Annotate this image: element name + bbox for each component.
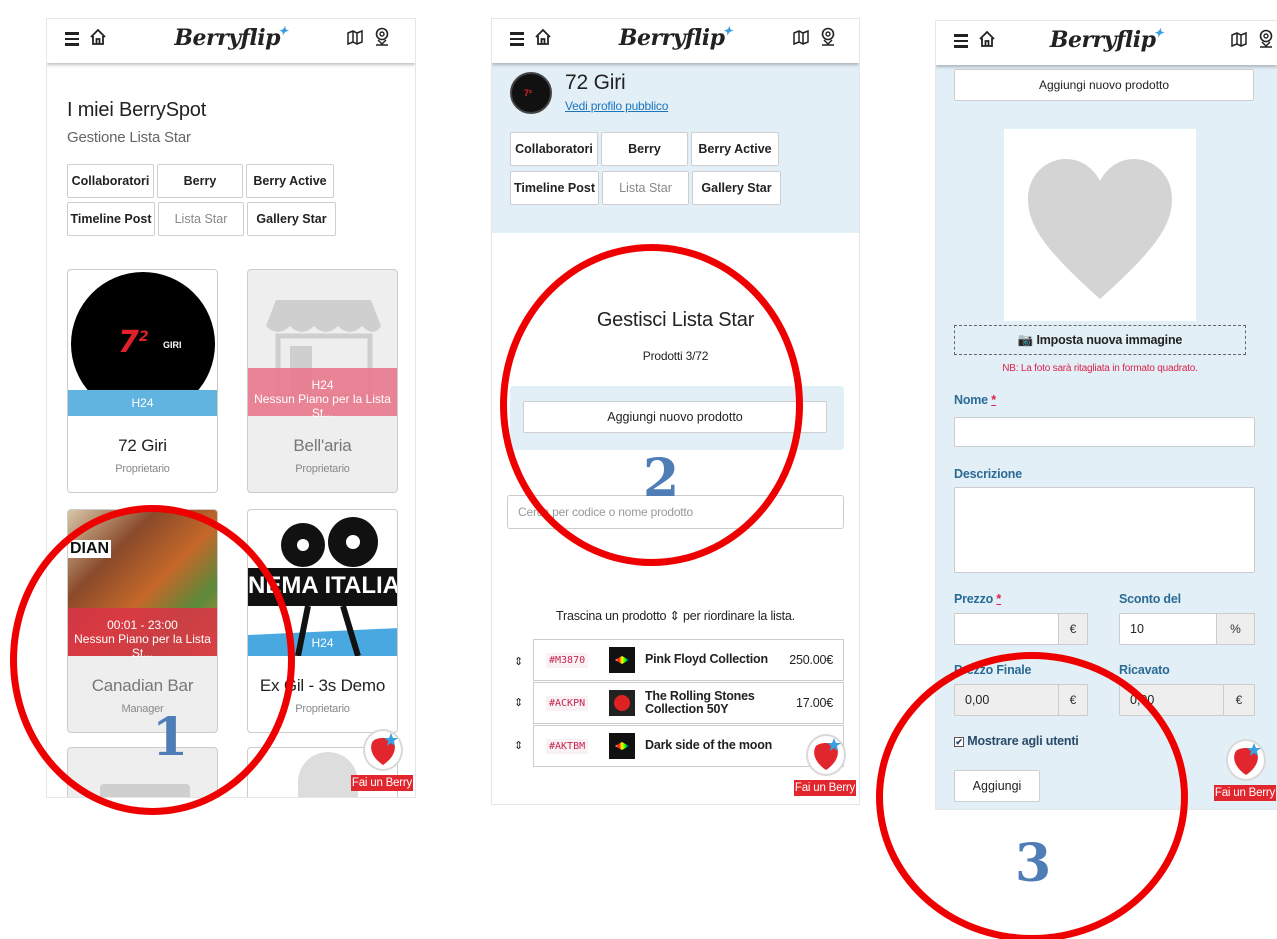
product-title: Dark side of the moon — [645, 738, 773, 752]
page-subtitle: Gestione Lista Star — [67, 129, 191, 146]
product-thumbnail — [609, 690, 635, 716]
currency-addon: € — [1058, 613, 1088, 645]
fai-un-berry-button[interactable]: Fai un Berry — [1214, 739, 1276, 801]
add-product-button[interactable]: Aggiungi nuovo prodotto — [954, 69, 1254, 101]
product-code: #M3870 — [546, 653, 589, 668]
hours-badge: H24 — [68, 390, 217, 416]
location-pin-icon[interactable] — [374, 27, 390, 47]
top-bar: Berryflip✦ — [936, 21, 1277, 65]
description-field[interactable] — [954, 487, 1255, 573]
spot-name: 72 Giri — [118, 436, 167, 455]
price-label: Prezzo * — [954, 592, 1002, 606]
fab-label: Fai un Berry — [794, 780, 856, 796]
tab-gallery-star[interactable]: Gallery Star — [247, 202, 336, 236]
discount-label: Sconto del — [1119, 592, 1181, 606]
product-row[interactable]: #M3870 Pink Floyd Collection 250.00€ — [533, 639, 844, 681]
page-title: I miei BerrySpot — [67, 99, 207, 121]
location-pin-icon[interactable] — [820, 27, 836, 47]
product-image-preview — [1004, 129, 1196, 321]
annotation-circle-1 — [10, 505, 295, 815]
earnings-label: Ricavato — [1119, 663, 1170, 677]
product-row[interactable]: #ACKPN The Rolling Stones Collection 50Y… — [533, 682, 844, 724]
percent-addon: % — [1216, 613, 1255, 645]
map-icon[interactable] — [346, 28, 364, 46]
tab-berry-active[interactable]: Berry Active — [691, 132, 779, 166]
spot-card-bellaria[interactable]: H24 Nessun Piano per la Lista St... Bell'… — [247, 269, 398, 493]
drag-handle-icon[interactable]: ⇕ — [514, 696, 523, 709]
drag-handle-icon[interactable]: ⇕ — [514, 739, 523, 752]
annotation-number-2: 2 — [643, 448, 680, 509]
tab-berry[interactable]: Berry — [157, 164, 243, 198]
image-note: NB: La foto sarà ritagliata in formato q… — [1002, 363, 1198, 374]
product-thumbnail — [609, 647, 635, 673]
strawberry-icon — [363, 729, 403, 771]
fab-label: Fai un Berry — [351, 775, 413, 791]
spot-role: Proprietario — [115, 463, 170, 475]
discount-field[interactable]: 10 — [1119, 613, 1217, 645]
camera-icon: 📷 — [1017, 333, 1034, 347]
map-icon[interactable] — [792, 28, 810, 46]
app-logo[interactable]: Berryflip✦ — [936, 26, 1277, 53]
product-title: Pink Floyd Collection — [645, 652, 768, 666]
tab-timeline-post[interactable]: Timeline Post — [510, 171, 599, 205]
price-field[interactable] — [954, 613, 1059, 645]
top-bar: Berryflip✦ — [47, 19, 415, 63]
fai-un-berry-button[interactable]: Fai un Berry — [794, 734, 856, 796]
map-icon[interactable] — [1230, 30, 1248, 48]
annotation-circle-2 — [500, 244, 803, 566]
product-price: 250.00€ — [789, 653, 833, 667]
annotation-circle-3 — [876, 652, 1188, 939]
name-label: Nome * — [954, 393, 996, 407]
set-image-button[interactable]: 📷 Imposta nuova immagine — [954, 325, 1246, 355]
hours-badge: H24 Nessun Piano per la Lista St... — [248, 368, 397, 420]
drag-handle-icon[interactable]: ⇕ — [514, 655, 523, 668]
tab-lista-star[interactable]: Lista Star — [602, 171, 689, 205]
spot-name: Bell'aria — [293, 436, 352, 455]
currency-addon: € — [1223, 684, 1255, 716]
spot-name: 72 Giri — [565, 71, 626, 94]
person-image — [298, 752, 358, 797]
tab-collaboratori[interactable]: Collaboratori — [510, 132, 598, 166]
description-label: Descrizione — [954, 467, 1022, 481]
product-code: #AKTBM — [546, 739, 589, 754]
tab-berry-active[interactable]: Berry Active — [246, 164, 334, 198]
logo-word: GIRI — [163, 340, 182, 350]
top-bar: Berryflip✦ — [492, 19, 859, 63]
fab-label: Fai un Berry — [1214, 785, 1276, 801]
product-thumbnail — [609, 733, 635, 759]
annotation-number-1: 1 — [152, 707, 189, 768]
strawberry-icon — [1226, 739, 1266, 781]
tab-lista-star[interactable]: Lista Star — [158, 202, 244, 236]
name-field[interactable] — [954, 417, 1255, 447]
spot-card-72-giri[interactable]: 72 GIRI H24 72 Giri Proprietario — [67, 269, 218, 493]
fai-un-berry-button[interactable]: Fai un Berry — [351, 729, 413, 791]
tab-collaboratori[interactable]: Collaboratori — [67, 164, 154, 198]
tab-gallery-star[interactable]: Gallery Star — [692, 171, 781, 205]
annotation-number-3: 3 — [1015, 833, 1052, 894]
public-profile-link[interactable]: Vedi profilo pubblico — [565, 99, 668, 113]
avatar: 7² — [510, 72, 552, 114]
location-pin-icon[interactable] — [1258, 29, 1274, 49]
heart-placeholder-icon — [1028, 159, 1172, 299]
product-code: #ACKPN — [546, 696, 589, 711]
tab-berry[interactable]: Berry — [601, 132, 688, 166]
reorder-hint: Trascina un prodotto ⇕ per riordinare la… — [556, 609, 795, 623]
logo-mark: 72 — [118, 325, 149, 360]
strawberry-icon — [806, 734, 846, 776]
product-price: 17.00€ — [795, 696, 833, 710]
spot-role: Proprietario — [295, 463, 350, 475]
tab-timeline-post[interactable]: Timeline Post — [67, 202, 155, 236]
product-title: The Rolling Stones Collection 50Y — [645, 689, 755, 716]
